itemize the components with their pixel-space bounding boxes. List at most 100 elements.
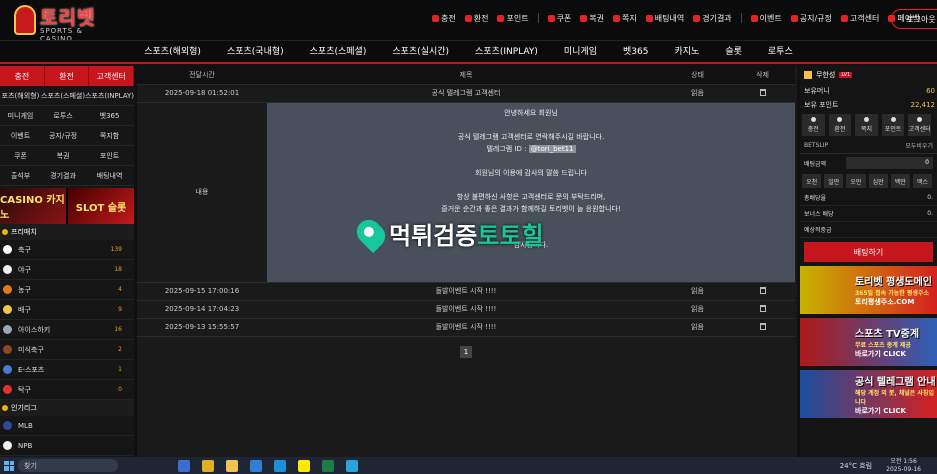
topnav-withdraw[interactable]: 환전 (464, 13, 488, 24)
side-menu-item[interactable]: 미니게임 (0, 106, 41, 126)
nav-sports-live[interactable]: 스포츠(실시간) (379, 41, 462, 62)
nav-minigame[interactable]: 미니게임 (551, 41, 610, 62)
side-support-button[interactable]: 고객센터 (89, 66, 135, 86)
league-item[interactable]: NPB (0, 436, 134, 456)
table-row[interactable]: 2025-09-15 17:00:16 돌발이벤트 시작 !!!! 읽음 (137, 282, 795, 301)
folder-icon[interactable] (226, 459, 238, 472)
topnav-deposit[interactable]: 충전 (432, 13, 456, 24)
league-item[interactable]: MLB (0, 416, 134, 436)
domain-ad-banner[interactable]: 토리벳 평생도메인 365일 접속 가능한 평생주소 토리평생주소.COM (800, 266, 937, 314)
sport-item[interactable]: 배구 9 (0, 300, 134, 320)
sport-item[interactable]: 미식축구 2 (0, 340, 134, 360)
side-menu-item[interactable]: 출석부 (0, 166, 41, 186)
nav-lotus[interactable]: 로투스 (755, 41, 806, 62)
tv-ad-banner[interactable]: 스포츠 TV중계 무료 스포츠 중계 제공 바로가기 CLICK (800, 318, 937, 366)
sport-count: 1 (118, 366, 122, 373)
sport-item[interactable]: 탁구 0 (0, 380, 134, 400)
sport-item[interactable]: E-스포츠 1 (0, 360, 134, 380)
side-menu-item[interactable]: 스포츠(스페셜) (41, 86, 86, 106)
place-bet-button[interactable]: 배팅하기 (804, 242, 933, 262)
task-view-icon[interactable] (178, 459, 190, 472)
logout-button[interactable]: 로그아웃 (891, 9, 937, 29)
casino-banner[interactable]: CASINO 카지노 (0, 188, 68, 224)
app-icon[interactable] (250, 459, 262, 472)
nav-sports-special[interactable]: 스포츠(스페셜) (297, 41, 380, 62)
delete-button[interactable] (730, 84, 795, 103)
topnav-lottery[interactable]: 복권 (580, 13, 604, 24)
delete-button[interactable] (730, 282, 795, 301)
table-row[interactable]: 2025-09-14 17:04:23 돌발이벤트 시작 !!!! 읽음 (137, 300, 795, 319)
telegram-icon[interactable] (346, 459, 358, 472)
side-withdraw-button[interactable]: 환전 (44, 66, 90, 86)
side-menu-item[interactable]: 이벤트 (0, 126, 41, 146)
quick-support-button[interactable]: 고객센터 (908, 114, 931, 136)
betslip-header: BETSLIP 모두비우기 (800, 138, 937, 154)
quick-withdraw-button[interactable]: 환전 (828, 114, 852, 136)
excel-icon[interactable] (322, 459, 334, 472)
nav-sports-intl[interactable]: 스포츠(해외형) (131, 41, 214, 62)
windows-start-icon[interactable] (4, 460, 14, 471)
kakaotalk-icon[interactable] (298, 459, 310, 472)
topnav-point[interactable]: 포인트 (497, 13, 529, 24)
quick-point-button[interactable]: 포인트 (881, 114, 905, 136)
slot-banner[interactable]: SLOT 슬롯 (68, 188, 134, 224)
side-menu-item[interactable]: 포츠(해외형) (0, 86, 41, 106)
topnav-support[interactable]: 고객센터 (840, 13, 879, 24)
side-menu-item[interactable]: 쪽지함 (85, 126, 134, 146)
clock[interactable]: 오전 1:56 2025-09-16 (886, 458, 921, 474)
support-icon (917, 117, 923, 122)
bet-amount-input[interactable]: 0 (846, 157, 933, 169)
topnav-coupon[interactable]: 쿠폰 (547, 13, 571, 24)
chip-button[interactable]: 십만 (868, 174, 888, 188)
side-deposit-button[interactable]: 충전 (0, 66, 45, 86)
flag-icon (3, 421, 12, 430)
topnav-bet-history[interactable]: 배팅내역 (645, 13, 684, 24)
row-title[interactable]: 공식 텔레그램 고객센터 (267, 84, 665, 103)
topnav-results[interactable]: 경기결과 (693, 13, 732, 24)
sport-item[interactable]: 아이스하키 16 (0, 320, 134, 340)
chrome-icon[interactable] (202, 459, 214, 472)
taskbar-search[interactable]: 찾기 (18, 459, 118, 472)
table-row[interactable]: 2025-09-18 01:52:01 공식 텔레그램 고객센터 읽음 (137, 84, 795, 103)
chip-button[interactable]: 오만 (846, 174, 866, 188)
nav-casino[interactable]: 카지노 (662, 41, 713, 62)
side-menu-item[interactable]: 벳365 (85, 106, 134, 126)
nav-sports-domestic[interactable]: 스포츠(국내형) (214, 41, 297, 62)
side-menu-item[interactable]: 공지/규정 (41, 126, 86, 146)
side-menu-item[interactable]: 쿠폰 (0, 146, 41, 166)
clear-all-button[interactable]: 모두비우기 (905, 141, 933, 150)
trash-icon (759, 322, 766, 330)
topnav-message[interactable]: 쪽지 (613, 13, 637, 24)
nav-bet365[interactable]: 벳365 (610, 41, 661, 62)
delete-button[interactable] (730, 300, 795, 319)
side-menu-item[interactable]: 배팅내역 (85, 166, 134, 186)
sport-item[interactable]: 축구 139 (0, 240, 134, 260)
bonus-odds-row: 보너스 배당 0. (800, 206, 937, 222)
side-menu-item[interactable]: 스포츠(INPLAY) (85, 86, 134, 106)
nav-sports-inplay[interactable]: 스포츠(INPLAY) (462, 41, 551, 62)
table-row[interactable]: 2025-09-13 15:55:57 돌발이벤트 시작 !!!! 읽음 (137, 318, 795, 337)
chip-button[interactable]: 맥스 (912, 174, 933, 188)
nav-slot[interactable]: 슬롯 (712, 41, 755, 62)
topnav-notice[interactable]: 공지/규정 (790, 13, 832, 24)
quick-message-button[interactable]: 쪽지 (855, 114, 878, 136)
chip-button[interactable]: 백만 (890, 174, 910, 188)
edge-icon[interactable] (274, 459, 286, 472)
quick-deposit-button[interactable]: 충전 (802, 114, 825, 136)
side-menu-item[interactable]: 로투스 (41, 106, 86, 126)
weather[interactable]: 24°C 흐림 (840, 461, 872, 471)
telegram-ad-banner[interactable]: 공식 텔레그램 안내 해당 계정 외 봇, 채널은 사칭입니다 바로가기 CLICK (800, 370, 937, 418)
delete-button[interactable] (730, 318, 795, 337)
side-menu-item[interactable]: 포인트 (85, 146, 134, 166)
side-menu-item[interactable]: 경기결과 (41, 166, 86, 186)
site-logo[interactable]: 토리벳 SPORTS & CASINO (10, 3, 105, 43)
logo-text: 토리벳 (40, 7, 96, 29)
sport-item[interactable]: 야구 18 (0, 260, 134, 280)
sport-item[interactable]: 농구 4 (0, 280, 134, 300)
chip-button[interactable]: 오천 (802, 174, 822, 188)
sport-ball-icon (3, 345, 12, 354)
page-button[interactable]: 1 (460, 346, 472, 358)
topnav-event[interactable]: 이벤트 (750, 13, 782, 24)
side-menu-item[interactable]: 복권 (41, 146, 86, 166)
chip-button[interactable]: 일만 (824, 174, 844, 188)
